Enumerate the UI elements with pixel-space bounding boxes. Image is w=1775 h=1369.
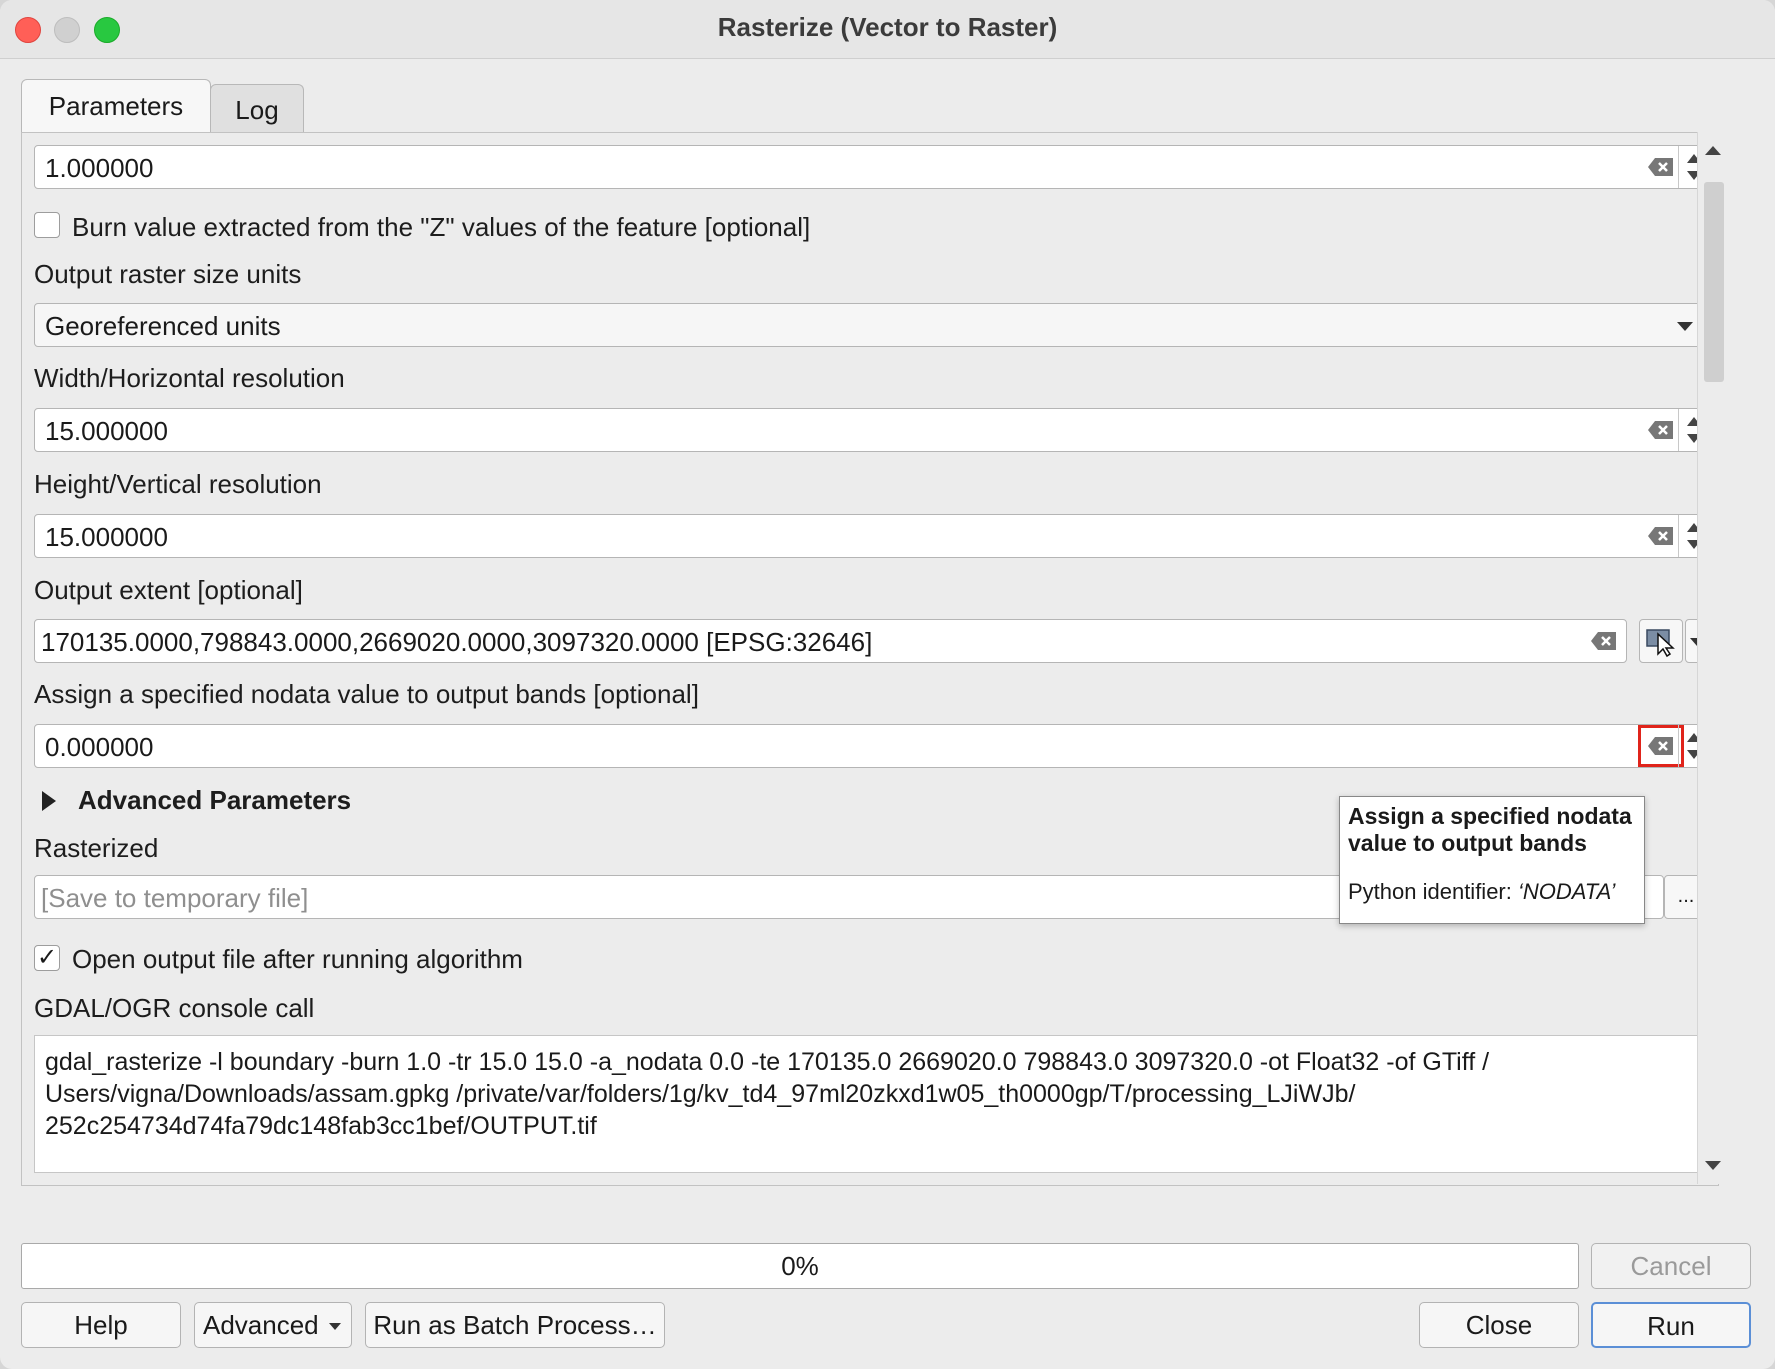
- window-title: Rasterize (Vector to Raster): [717, 12, 1058, 42]
- chevron-down-icon: [1677, 322, 1693, 331]
- chevron-down-icon: [329, 1323, 341, 1330]
- open-output-checkbox[interactable]: ✓: [34, 945, 60, 971]
- tooltip-identifier: Python identifier: ‘NODATA’: [1348, 879, 1636, 905]
- expand-triangle-icon[interactable]: [42, 791, 56, 811]
- clear-field-icon[interactable]: [1646, 524, 1676, 548]
- progress-label: 0%: [781, 1251, 819, 1281]
- help-button[interactable]: Help: [21, 1302, 181, 1348]
- nodata-tooltip: Assign a specified nodata value to outpu…: [1339, 796, 1645, 924]
- height-value: 15.000000: [45, 522, 168, 552]
- tooltip-id-prefix: Python identifier:: [1348, 879, 1518, 904]
- rasterized-label: Rasterized: [34, 833, 159, 863]
- clear-field-icon[interactable]: [1646, 734, 1676, 758]
- tooltip-title: Assign a specified nodata value to outpu…: [1348, 803, 1632, 856]
- title-bar: Rasterize (Vector to Raster): [0, 0, 1775, 59]
- map-canvas-select-button[interactable]: [1639, 619, 1683, 663]
- advanced-button[interactable]: Advanced: [194, 1302, 352, 1348]
- advanced-parameters-toggle[interactable]: Advanced Parameters: [78, 785, 351, 816]
- console-call-textarea[interactable]: gdal_rasterize -l boundary -burn 1.0 -tr…: [34, 1035, 1708, 1173]
- clear-field-icon[interactable]: [1646, 418, 1676, 442]
- units-label: Output raster size units: [34, 259, 302, 289]
- nodata-value: 0.000000: [45, 732, 154, 762]
- rasterized-placeholder: [Save to temporary file]: [41, 883, 309, 913]
- dialog-window: Rasterize (Vector to Raster) Parameters …: [0, 0, 1775, 1369]
- width-label: Width/Horizontal resolution: [34, 363, 345, 393]
- units-value: Georeferenced units: [45, 311, 281, 341]
- close-button[interactable]: Close: [1419, 1302, 1579, 1348]
- run-button[interactable]: Run: [1591, 1302, 1751, 1348]
- scroll-thumb[interactable]: [1704, 182, 1724, 382]
- scroll-up-icon[interactable]: [1705, 146, 1721, 155]
- units-combobox[interactable]: Georeferenced units: [34, 303, 1708, 347]
- progress-bar: 0%: [21, 1243, 1579, 1289]
- advanced-button-label: Advanced: [203, 1310, 319, 1340]
- cancel-button[interactable]: Cancel: [1591, 1243, 1751, 1289]
- console-label: GDAL/OGR console call: [34, 993, 315, 1023]
- width-value: 15.000000: [45, 416, 168, 446]
- console-line: Users/vigna/Downloads/assam.gpkg /privat…: [45, 1080, 1356, 1108]
- extent-field[interactable]: 170135.0000,798843.0000,2669020.0000,309…: [34, 619, 1627, 663]
- extent-value: 170135.0000,798843.0000,2669020.0000,309…: [41, 627, 873, 657]
- parameters-panel: 1.000000 Burn value extracted from the "…: [21, 132, 1719, 1186]
- console-line: 252c254734d74fa79dc148fab3cc1bef/OUTPUT.…: [45, 1112, 597, 1140]
- burn-value-field[interactable]: 1.000000: [34, 145, 1708, 189]
- tooltip-id-value: ‘NODATA’: [1517, 879, 1616, 904]
- tab-parameters[interactable]: Parameters: [21, 79, 211, 134]
- width-field[interactable]: 15.000000: [34, 408, 1708, 452]
- burn-z-checkbox[interactable]: [34, 212, 60, 238]
- nodata-label: Assign a specified nodata value to outpu…: [34, 679, 699, 709]
- extent-label: Output extent [optional]: [34, 575, 303, 605]
- burn-value-text: 1.000000: [45, 153, 154, 183]
- tab-log[interactable]: Log: [210, 84, 304, 133]
- open-output-label: Open output file after running algorithm: [72, 944, 523, 974]
- run-as-batch-button[interactable]: Run as Batch Process…: [365, 1302, 665, 1348]
- height-label: Height/Vertical resolution: [34, 469, 322, 499]
- panel-scrollbar[interactable]: [1697, 132, 1728, 1184]
- height-field[interactable]: 15.000000: [34, 514, 1708, 558]
- scroll-down-icon[interactable]: [1705, 1161, 1721, 1170]
- clear-field-icon[interactable]: [1646, 155, 1676, 179]
- console-line: gdal_rasterize -l boundary -burn 1.0 -tr…: [45, 1048, 1490, 1076]
- burn-z-label: Burn value extracted from the "Z" values…: [72, 212, 811, 242]
- map-canvas-select-icon: [1646, 629, 1675, 658]
- clear-field-icon[interactable]: [1589, 629, 1619, 653]
- nodata-field[interactable]: 0.000000: [34, 724, 1708, 768]
